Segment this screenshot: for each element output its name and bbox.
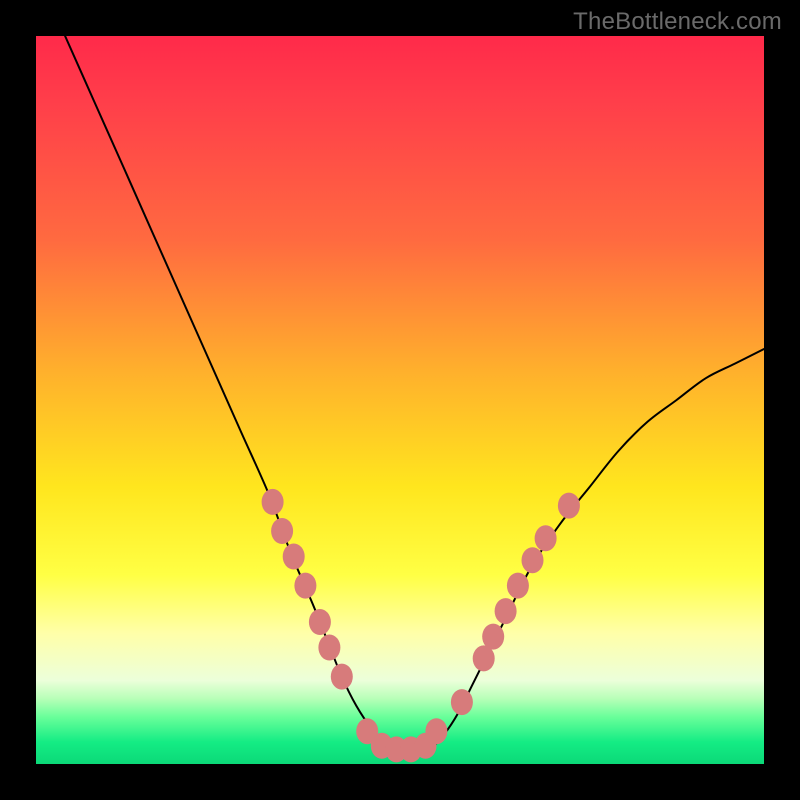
chart-plot-area [36,36,764,764]
data-points-group [262,489,580,763]
data-point [558,493,580,519]
data-point [482,624,504,650]
chart-svg [36,36,764,764]
data-point [318,635,340,661]
data-point [522,547,544,573]
chart-frame: TheBottleneck.com [0,0,800,800]
data-point [331,664,353,690]
bottleneck-curve [65,36,764,751]
data-point [495,598,517,624]
data-point [425,718,447,744]
data-point [451,689,473,715]
data-point [309,609,331,635]
data-point [294,573,316,599]
data-point [262,489,284,515]
data-point [271,518,293,544]
data-point [535,525,557,551]
data-point [507,573,529,599]
data-point [283,544,305,570]
watermark-text: TheBottleneck.com [573,8,782,36]
